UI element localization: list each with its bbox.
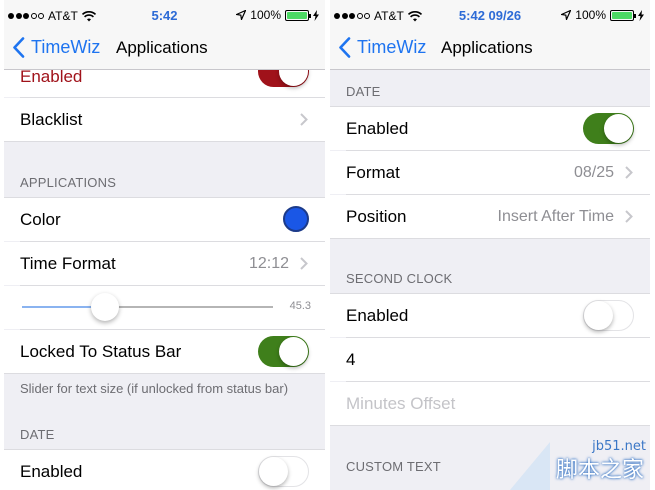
minutes-offset-input[interactable]: Minutes Offset — [346, 394, 455, 414]
blacklist-row[interactable]: Blacklist — [4, 98, 325, 141]
section-header-custom-text: CUSTOM TEXT — [346, 459, 441, 474]
status-bar: AT&T 5:42 100% — [4, 0, 325, 30]
time-format-label: Time Format — [20, 253, 116, 273]
enabled-toggle-top[interactable] — [258, 70, 309, 87]
locked-label: Locked To Status Bar — [20, 341, 182, 361]
date-enabled-row: Enabled — [330, 107, 650, 150]
charging-bolt-icon — [638, 9, 644, 21]
text-size-slider-row: 45.3 — [4, 286, 325, 329]
date-enabled-toggle[interactable] — [258, 456, 309, 487]
location-arrow-icon — [561, 10, 572, 20]
locked-toggle[interactable] — [258, 336, 309, 367]
settings-list: Enabled Blacklist APPLICATIONS Color Tim… — [4, 70, 325, 490]
section-header-date: DATE — [20, 427, 55, 442]
status-right: 100% — [236, 8, 319, 22]
date-enabled-label: Enabled — [20, 461, 83, 481]
format-value: 08/25 — [573, 163, 614, 181]
section-footer: Slider for text size (if unlocked from s… — [20, 381, 289, 396]
battery-icon — [610, 9, 636, 21]
back-label: TimeWiz — [357, 37, 427, 57]
status-bar: AT&T 5:42 09/26 100% — [330, 0, 650, 30]
minutes-offset-row[interactable]: Minutes Offset — [330, 382, 650, 425]
location-arrow-icon — [236, 10, 247, 20]
color-swatch[interactable] — [283, 206, 309, 232]
nav-bar: TimeWiz Applications — [4, 30, 325, 70]
page-title: Applications — [441, 38, 533, 57]
enabled-row-top: Enabled — [4, 70, 325, 97]
watermark-name: 脚本之家 — [555, 458, 644, 483]
chevron-right-icon — [297, 257, 311, 271]
charging-bolt-icon — [313, 9, 319, 21]
locked-row: Locked To Status Bar — [4, 330, 325, 373]
watermark: jb51.net 脚本之家 — [500, 420, 650, 490]
second-clock-enabled-label: Enabled — [346, 305, 409, 325]
chevron-left-icon — [13, 37, 25, 58]
second-clock-enabled-row: Enabled — [330, 294, 650, 337]
section-header-applications: APPLICATIONS — [20, 175, 117, 190]
battery-percent: 100% — [250, 8, 281, 22]
position-row[interactable]: Position Insert After Time — [330, 195, 650, 238]
position-value: Insert After Time — [497, 207, 614, 225]
color-row[interactable]: Color — [4, 198, 325, 241]
back-label: TimeWiz — [31, 37, 101, 57]
back-button[interactable]: TimeWiz — [12, 37, 100, 58]
chevron-left-icon — [339, 37, 351, 58]
back-button[interactable]: TimeWiz — [338, 37, 426, 58]
battery-icon — [285, 9, 311, 21]
second-clock-toggle[interactable] — [583, 300, 634, 331]
section-header-second-clock: SECOND CLOCK — [346, 271, 453, 286]
offset-value-row[interactable]: 4 — [330, 338, 650, 381]
date-enabled-row: Enabled — [4, 450, 325, 490]
format-label: Format — [346, 162, 400, 182]
time-format-row[interactable]: Time Format 12:12 — [4, 242, 325, 285]
nav-bar: TimeWiz Applications — [330, 30, 650, 70]
slider-knob[interactable] — [90, 293, 119, 321]
offset-value-field[interactable]: 4 — [346, 350, 355, 370]
section-header-date: DATE — [346, 84, 381, 99]
position-label: Position — [346, 206, 407, 226]
page-title: Applications — [116, 38, 208, 57]
format-row[interactable]: Format 08/25 — [330, 151, 650, 194]
chevron-right-icon — [622, 210, 636, 224]
slider-value: 45.3 — [289, 300, 311, 312]
right-screen: AT&T 5:42 09/26 100% TimeWiz Application… — [330, 0, 650, 490]
blacklist-label: Blacklist — [20, 109, 83, 129]
status-right: 100% — [561, 8, 644, 22]
color-label: Color — [20, 209, 61, 229]
enabled-label: Enabled — [20, 70, 83, 86]
date-enabled-label: Enabled — [346, 118, 409, 138]
battery-percent: 100% — [575, 8, 606, 22]
date-enabled-toggle[interactable] — [583, 113, 634, 144]
time-format-value: 12:12 — [248, 254, 289, 272]
left-screen: AT&T 5:42 100% TimeWiz Applications Enab… — [4, 0, 325, 490]
chevron-right-icon — [297, 113, 311, 127]
chevron-right-icon — [622, 166, 636, 180]
